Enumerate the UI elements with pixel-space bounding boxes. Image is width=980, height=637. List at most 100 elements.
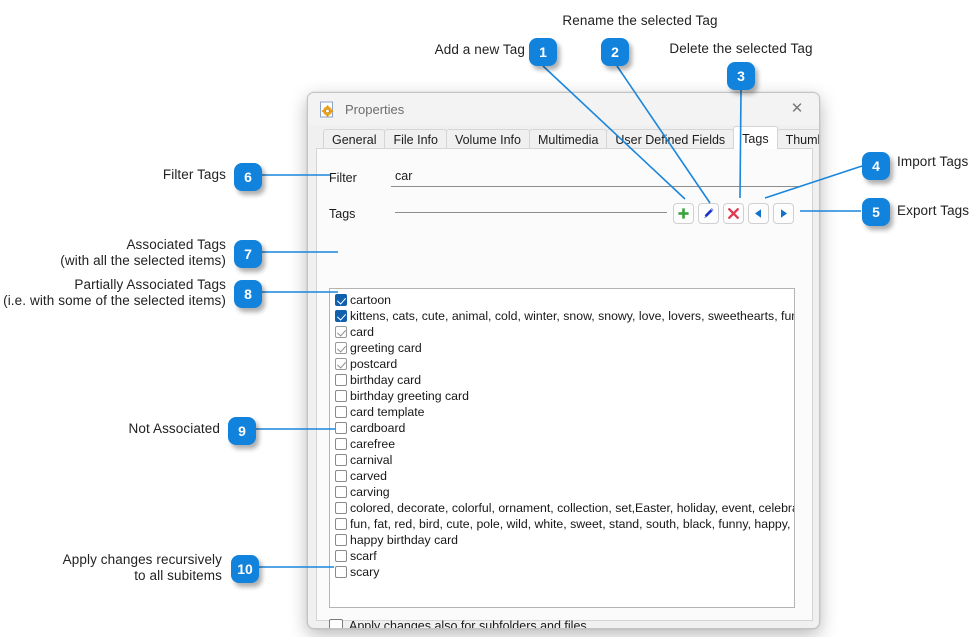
cross-icon bbox=[727, 207, 740, 220]
callout-label-1: Add a new Tag bbox=[425, 42, 525, 58]
tag-checkbox[interactable] bbox=[335, 326, 347, 338]
rename-tag-button[interactable] bbox=[698, 203, 719, 224]
tag-checkbox[interactable] bbox=[335, 486, 347, 498]
delete-tag-button[interactable] bbox=[723, 203, 744, 224]
tag-checkbox[interactable] bbox=[335, 406, 347, 418]
tag-label: postcard bbox=[350, 356, 397, 372]
tag-list-item[interactable]: card bbox=[330, 324, 794, 340]
tab-multimedia[interactable]: Multimedia bbox=[529, 129, 607, 149]
callout-badge-5[interactable]: 5 bbox=[862, 198, 890, 226]
tag-list-item[interactable]: birthday greeting card bbox=[330, 388, 794, 404]
tag-label: colored, decorate, colorful, ornament, c… bbox=[350, 500, 794, 516]
tag-label: kittens, cats, cute, animal, cold, winte… bbox=[350, 308, 794, 324]
tag-checkbox[interactable] bbox=[335, 342, 347, 354]
tag-list-item[interactable]: fun, fat, red, bird, cute, pole, wild, w… bbox=[330, 516, 794, 532]
tag-label: scary bbox=[350, 564, 379, 580]
callout-label-10: Apply changes recursively to all subitem… bbox=[10, 552, 222, 584]
tag-label: card template bbox=[350, 404, 425, 420]
dialog-footer: OK Cancel Apply bbox=[316, 621, 813, 629]
tag-list-item[interactable]: carved bbox=[330, 468, 794, 484]
tag-checkbox[interactable] bbox=[335, 550, 347, 562]
close-icon[interactable]: ✕ bbox=[775, 93, 819, 124]
tag-list[interactable]: cartoonkittens, cats, cute, animal, cold… bbox=[329, 288, 795, 608]
callout-badge-7[interactable]: 7 bbox=[234, 240, 262, 268]
dialog-title: Properties bbox=[345, 102, 404, 117]
tag-checkbox[interactable] bbox=[335, 294, 347, 306]
tags-toolbar-row: Tags bbox=[329, 203, 794, 224]
tag-checkbox[interactable] bbox=[335, 566, 347, 578]
tag-list-item[interactable]: birthday card bbox=[330, 372, 794, 388]
tab-file-info[interactable]: File Info bbox=[384, 129, 446, 149]
callout-label-4: Import Tags bbox=[897, 154, 980, 170]
tag-list-item[interactable]: kittens, cats, cute, animal, cold, winte… bbox=[330, 308, 794, 324]
triangle-left-icon bbox=[752, 207, 765, 220]
tag-list-item[interactable]: colored, decorate, colorful, ornament, c… bbox=[330, 500, 794, 516]
filter-input[interactable] bbox=[391, 169, 800, 187]
tag-list-item[interactable]: greeting card bbox=[330, 340, 794, 356]
export-tags-button[interactable] bbox=[773, 203, 794, 224]
tag-checkbox[interactable] bbox=[335, 374, 347, 386]
tag-label: carefree bbox=[350, 436, 395, 452]
callout-badge-3[interactable]: 3 bbox=[727, 62, 755, 90]
cancel-button[interactable]: Cancel bbox=[631, 628, 715, 629]
callout-label-8: Partially Associated Tags (i.e. with som… bbox=[0, 277, 226, 309]
tag-label: carved bbox=[350, 468, 387, 484]
callout-label-5: Export Tags bbox=[897, 203, 980, 219]
callout-badge-2[interactable]: 2 bbox=[601, 38, 629, 66]
apply-button: Apply bbox=[722, 628, 806, 629]
tag-checkbox[interactable] bbox=[335, 502, 347, 514]
tag-checkbox[interactable] bbox=[335, 310, 347, 322]
callout-label-7: Associated Tags (with all the selected i… bbox=[10, 237, 226, 269]
tag-list-item[interactable]: carefree bbox=[330, 436, 794, 452]
tag-list-item[interactable]: postcard bbox=[330, 356, 794, 372]
tag-label: happy birthday card bbox=[350, 532, 458, 548]
tag-list-item[interactable]: happy birthday card bbox=[330, 532, 794, 548]
callout-label-9: Not Associated bbox=[40, 421, 220, 437]
callout-badge-4[interactable]: 4 bbox=[862, 152, 890, 180]
dialog-titlebar[interactable]: Properties ✕ bbox=[308, 93, 819, 126]
tag-checkbox[interactable] bbox=[335, 390, 347, 402]
tag-toolbar bbox=[673, 203, 794, 224]
dialog-body: GeneralFile InfoVolume InfoMultimediaUse… bbox=[316, 126, 813, 621]
tag-label: birthday card bbox=[350, 372, 421, 388]
tag-list-item[interactable]: cardboard bbox=[330, 420, 794, 436]
triangle-right-icon bbox=[777, 207, 790, 220]
tag-list-item[interactable]: carnival bbox=[330, 452, 794, 468]
tag-checkbox[interactable] bbox=[335, 470, 347, 482]
tag-checkbox[interactable] bbox=[335, 534, 347, 546]
tab-user-defined-fields[interactable]: User Defined Fields bbox=[606, 129, 734, 149]
tag-checkbox[interactable] bbox=[335, 358, 347, 370]
ok-button[interactable]: OK bbox=[540, 628, 624, 629]
filter-label: Filter bbox=[329, 171, 391, 185]
callout-badge-10[interactable]: 10 bbox=[231, 555, 259, 583]
tags-label: Tags bbox=[329, 207, 391, 221]
tag-list-item[interactable]: scary bbox=[330, 564, 794, 580]
tag-list-item[interactable]: scarf bbox=[330, 548, 794, 564]
tag-checkbox[interactable] bbox=[335, 422, 347, 434]
tab-general[interactable]: General bbox=[323, 129, 385, 149]
callout-badge-6[interactable]: 6 bbox=[234, 163, 262, 191]
callout-badge-8[interactable]: 8 bbox=[234, 280, 262, 308]
add-tag-button[interactable] bbox=[673, 203, 694, 224]
tag-list-item[interactable]: cartoon bbox=[330, 292, 794, 308]
callout-label-6: Filter Tags bbox=[130, 167, 226, 183]
tag-checkbox[interactable] bbox=[335, 518, 347, 530]
tab-tags[interactable]: Tags bbox=[733, 126, 777, 149]
filter-row: Filter bbox=[329, 169, 800, 187]
tag-label: cartoon bbox=[350, 292, 391, 308]
tabstrip: GeneralFile InfoVolume InfoMultimediaUse… bbox=[316, 126, 813, 149]
tags-tab-panel: Filter Tags cartoonkittens, cats, cute, … bbox=[316, 148, 813, 621]
tag-list-item[interactable]: card template bbox=[330, 404, 794, 420]
tab-thumbnail[interactable]: Thumbnail bbox=[777, 129, 820, 149]
tab-volume-info[interactable]: Volume Info bbox=[446, 129, 530, 149]
tag-checkbox[interactable] bbox=[335, 438, 347, 450]
tag-list-item[interactable]: carving bbox=[330, 484, 794, 500]
tag-label: carving bbox=[350, 484, 390, 500]
tag-label: carnival bbox=[350, 452, 392, 468]
callout-badge-9[interactable]: 9 bbox=[228, 417, 256, 445]
tag-label: cardboard bbox=[350, 420, 405, 436]
import-tags-button[interactable] bbox=[748, 203, 769, 224]
callout-badge-1[interactable]: 1 bbox=[529, 38, 557, 66]
callout-label-3: Delete the selected Tag bbox=[665, 41, 817, 57]
tag-checkbox[interactable] bbox=[335, 454, 347, 466]
